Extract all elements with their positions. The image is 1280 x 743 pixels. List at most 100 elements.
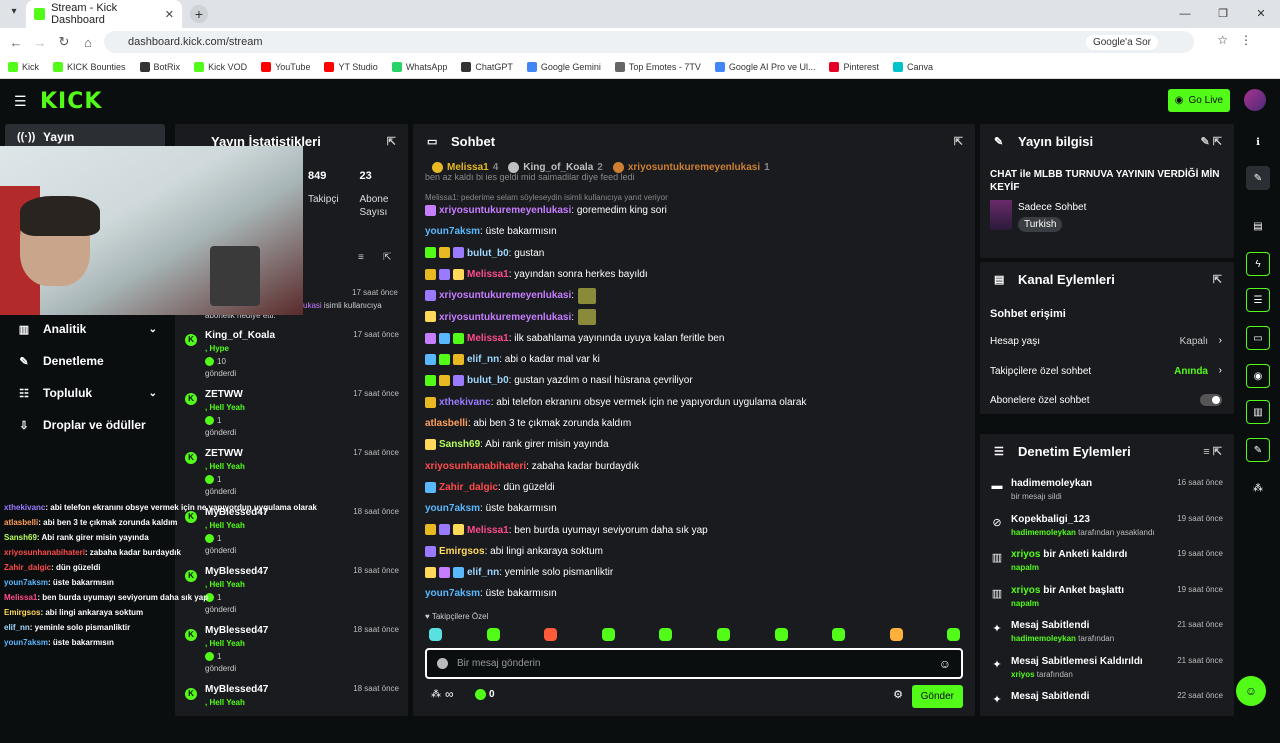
- chat-username[interactable]: Sansh69: [439, 439, 480, 450]
- home-icon[interactable]: ⌂: [76, 35, 100, 50]
- emote-icon[interactable]: [601, 628, 615, 641]
- emote-icon[interactable]: [717, 628, 730, 641]
- sidebar-item-analitik[interactable]: ▥ Analitik ⌄: [5, 316, 165, 342]
- moderator-name[interactable]: napalm: [1011, 563, 1039, 572]
- edit-icon[interactable]: ✎: [1246, 166, 1270, 190]
- emote-icon[interactable]: [659, 628, 673, 641]
- chat-icon[interactable]: ▭: [1246, 326, 1270, 350]
- chat-username[interactable]: youn7aksm: [425, 226, 480, 237]
- emote-icon[interactable]: [947, 628, 961, 641]
- popout-icon[interactable]: ⇱: [383, 252, 391, 263]
- channel-icon[interactable]: ▤: [1246, 214, 1270, 238]
- bookmark-item[interactable]: Canva: [893, 62, 933, 72]
- mod-action-subject[interactable]: Mesaj Sabitlemesi Kaldırıldı: [1011, 656, 1143, 667]
- chat-username[interactable]: Melissa1: [467, 525, 509, 536]
- chat-username[interactable]: atlasbelli: [425, 418, 468, 429]
- chat-username[interactable]: xriyosuntukuremeyenlukasi: [439, 312, 571, 323]
- bookmark-item[interactable]: Google Gemini: [526, 62, 601, 72]
- account-age-value[interactable]: Kapalı: [1180, 336, 1208, 347]
- chat-identity-icon[interactable]: [437, 658, 448, 669]
- list-icon[interactable]: ☰: [1246, 288, 1270, 312]
- bookmark-item[interactable]: Top Emotes - 7TV: [614, 62, 701, 72]
- sidebar-item-denetleme[interactable]: ✎ Denetleme: [5, 348, 165, 374]
- new-tab-button[interactable]: +: [190, 5, 208, 23]
- emote-icon[interactable]: [429, 628, 442, 641]
- bookmark-item[interactable]: BotRix: [139, 62, 180, 72]
- broadcast-icon[interactable]: ◉: [1246, 364, 1270, 388]
- popout-icon[interactable]: ⇱: [1213, 273, 1222, 286]
- event-username[interactable]: ZETWW: [205, 448, 243, 459]
- emoji-icon[interactable]: ☺: [939, 657, 951, 671]
- tab-list-icon[interactable]: ▾: [6, 6, 22, 22]
- mod-action-subject[interactable]: xriyos: [1011, 585, 1040, 596]
- chat-username[interactable]: elif_nn: [467, 354, 499, 365]
- chat-username[interactable]: Melissa1: [467, 333, 509, 344]
- mod-action-subject[interactable]: Mesaj Sabitlendi: [1011, 620, 1089, 631]
- bookmark-item[interactable]: YT Studio: [324, 62, 378, 72]
- chat-username[interactable]: bulut_b0: [467, 375, 509, 386]
- moderator-name[interactable]: xriyos: [1011, 670, 1035, 679]
- mod-action-subject[interactable]: Mesaj Sabitlendi: [1011, 691, 1089, 702]
- popout-icon[interactable]: ⇱: [954, 135, 963, 148]
- chat-username[interactable]: youn7aksm: [425, 588, 480, 599]
- browser-tab[interactable]: Stream - Kick Dashboard ✕: [26, 0, 182, 28]
- lightning-icon[interactable]: ϟ: [1246, 252, 1270, 276]
- emote-icon[interactable]: [889, 628, 903, 641]
- info-icon[interactable]: ℹ: [1246, 130, 1270, 154]
- event-username[interactable]: ZETWW: [205, 389, 243, 400]
- bookmark-item[interactable]: KICK Bounties: [53, 62, 126, 72]
- chat-username[interactable]: xriyosuntukuremeyenlukasi: [439, 290, 571, 301]
- wrench-icon[interactable]: ✎: [1246, 438, 1270, 462]
- close-tab-icon[interactable]: ✕: [165, 8, 174, 21]
- go-live-button[interactable]: ◉ Go Live: [1167, 89, 1230, 112]
- event-username[interactable]: King_of_Koala: [205, 330, 275, 341]
- chat-input[interactable]: Bir mesaj gönderin ☺: [425, 648, 963, 679]
- send-button[interactable]: Gönder: [911, 685, 963, 708]
- support-chat-button[interactable]: ☺: [1236, 676, 1266, 706]
- chat-username[interactable]: Zahir_dalgic: [439, 482, 498, 493]
- emote-icon[interactable]: [774, 628, 788, 641]
- star-icon[interactable]: ☆: [1217, 33, 1228, 47]
- close-window-icon[interactable]: ✕: [1242, 0, 1280, 28]
- emote-icon[interactable]: [486, 628, 500, 641]
- filter-icon[interactable]: ≡: [358, 252, 364, 263]
- maximize-icon[interactable]: ❐: [1204, 0, 1242, 28]
- sidebar-item-droplar[interactable]: ⇩ Droplar ve ödüller: [5, 412, 165, 438]
- chat-username[interactable]: bulut_b0: [467, 248, 509, 259]
- bookmark-item[interactable]: Kick VOD: [194, 62, 247, 72]
- edit-icon[interactable]: ✎ ⇱: [1201, 135, 1223, 148]
- settings-gear-icon[interactable]: ⚙: [893, 688, 903, 701]
- mod-action-subject[interactable]: xriyos: [1011, 549, 1040, 560]
- back-icon[interactable]: ←: [4, 35, 28, 50]
- forward-icon[interactable]: →: [28, 35, 52, 50]
- followers-only-value[interactable]: Anında: [1174, 366, 1208, 377]
- chat-username[interactable]: Melissa1: [467, 269, 509, 280]
- minimize-icon[interactable]: —: [1166, 0, 1204, 28]
- chat-username[interactable]: xriyosuntukuremeyenlukasi: [439, 205, 571, 216]
- chat-username[interactable]: youn7aksm: [425, 503, 480, 514]
- url-field[interactable]: dashboard.kick.com/stream Google'a Sor: [104, 31, 1194, 53]
- users-icon[interactable]: ⁂: [1246, 476, 1270, 500]
- emote-icon[interactable]: [832, 628, 846, 641]
- menu-icon[interactable]: ⋮: [1240, 33, 1252, 47]
- filter-icon[interactable]: ≡ ⇱: [1203, 445, 1222, 458]
- mod-action-subject[interactable]: hadimemoleykan: [1011, 478, 1092, 489]
- bookmark-item[interactable]: Pinterest: [829, 62, 879, 72]
- moderator-name[interactable]: napalm: [1011, 599, 1039, 608]
- subs-only-toggle[interactable]: [1200, 394, 1222, 406]
- chat-username[interactable]: Emirgsos: [439, 546, 485, 557]
- chat-username[interactable]: xthekivanc: [439, 397, 491, 408]
- kick-logo[interactable]: KICK: [40, 89, 102, 114]
- users-icon[interactable]: ⁂: [431, 689, 441, 700]
- sidebar-item-topluluk[interactable]: ☷ Topluluk ⌄: [5, 380, 165, 406]
- event-username[interactable]: MyBlessed47: [205, 684, 268, 695]
- emote-icon[interactable]: [544, 628, 558, 641]
- stats-icon[interactable]: ▥: [1246, 400, 1270, 424]
- hamburger-menu-icon[interactable]: ☰: [14, 93, 28, 110]
- mod-action-subject[interactable]: Kopekbaligi_123: [1011, 514, 1090, 525]
- bookmark-item[interactable]: ChatGPT: [461, 62, 513, 72]
- moderator-name[interactable]: hadimemoleykan: [1011, 634, 1076, 643]
- bookmark-item[interactable]: WhatsApp: [391, 62, 447, 72]
- google-ask-button[interactable]: Google'a Sor: [1085, 34, 1158, 50]
- moderator-name[interactable]: hadimemoleykan: [1011, 528, 1076, 537]
